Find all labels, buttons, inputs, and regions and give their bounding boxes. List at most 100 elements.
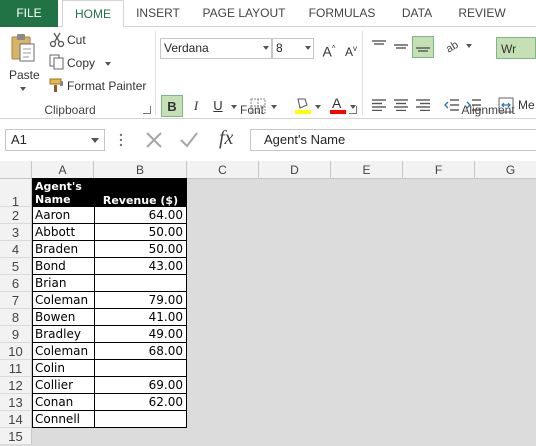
- tab-home[interactable]: HOME: [62, 0, 124, 28]
- column-header-e[interactable]: E: [331, 161, 403, 179]
- tab-data[interactable]: DATA: [392, 0, 442, 27]
- row-header[interactable]: 11: [0, 360, 32, 377]
- clipboard-dialog-launcher[interactable]: [143, 106, 151, 114]
- row-header[interactable]: 12: [0, 377, 32, 394]
- table-cell-name[interactable]: Brian: [32, 275, 95, 292]
- select-all-corner[interactable]: [0, 161, 32, 179]
- underline-button[interactable]: U: [207, 95, 229, 117]
- column-header-c[interactable]: C: [187, 161, 259, 179]
- table-cell-name[interactable]: Collier: [32, 377, 95, 394]
- table-cell-revenue[interactable]: 49.00: [94, 326, 187, 343]
- row-header[interactable]: 6: [0, 275, 32, 292]
- row-header[interactable]: 1: [0, 179, 32, 209]
- column-header-f[interactable]: F: [403, 161, 475, 179]
- tab-formulas[interactable]: FORMULAS: [302, 0, 382, 27]
- font-color-icon[interactable]: A: [329, 95, 347, 115]
- font-name-select[interactable]: Verdana: [160, 38, 272, 59]
- format-painter-icon[interactable]: [49, 77, 65, 93]
- enter-icon[interactable]: [179, 131, 199, 149]
- table-cell-revenue[interactable]: 50.00: [94, 241, 187, 258]
- table-cell-name[interactable]: Bowen: [32, 309, 95, 326]
- row-header[interactable]: 8: [0, 309, 32, 326]
- table-cell-name[interactable]: Coleman: [32, 343, 95, 360]
- column-header-a[interactable]: A: [32, 161, 94, 179]
- table-cell-name[interactable]: Coleman: [32, 292, 95, 309]
- decrease-font-size-button[interactable]: Av: [340, 38, 362, 60]
- table-cell-name[interactable]: Bradley: [32, 326, 95, 343]
- row-header[interactable]: 15: [0, 428, 32, 445]
- row-header[interactable]: 5: [0, 258, 32, 275]
- bottom-align-icon: [416, 47, 430, 52]
- name-box[interactable]: A1: [5, 129, 105, 151]
- table-cell-revenue[interactable]: 41.00: [94, 309, 187, 326]
- worksheet-grid[interactable]: A B C D E F G 1 2 3 4 5 6 7 8 9 10 11 12…: [0, 161, 536, 446]
- font-size-value: 8: [276, 41, 283, 55]
- row-header[interactable]: 9: [0, 326, 32, 343]
- row-header[interactable]: 2: [0, 207, 32, 224]
- table-cell-revenue[interactable]: 79.00: [94, 292, 187, 309]
- table-cell-revenue[interactable]: 69.00: [94, 377, 187, 394]
- tab-review[interactable]: REVIEW: [452, 0, 512, 27]
- table-cell-revenue[interactable]: [94, 411, 187, 428]
- fill-color-dropdown-arrow[interactable]: [315, 105, 321, 109]
- column-header-d[interactable]: D: [259, 161, 331, 179]
- table-cell-name[interactable]: Aaron: [32, 207, 95, 224]
- table-cell-name[interactable]: Colin: [32, 360, 95, 377]
- row-header[interactable]: 10: [0, 343, 32, 360]
- bold-button[interactable]: B: [161, 95, 183, 117]
- orientation-dropdown-arrow[interactable]: [466, 44, 472, 48]
- italic-button[interactable]: I: [185, 95, 207, 117]
- column-header-b[interactable]: B: [94, 161, 187, 179]
- table-cell-revenue[interactable]: [94, 360, 187, 377]
- fill-color-icon[interactable]: [294, 95, 312, 115]
- table-cell-revenue[interactable]: 43.00: [94, 258, 187, 275]
- cut-icon[interactable]: [49, 32, 65, 48]
- table-cell-revenue[interactable]: 64.00: [94, 207, 187, 224]
- row-header[interactable]: 14: [0, 411, 32, 428]
- format-painter-button[interactable]: Format Painter: [67, 79, 146, 93]
- paste-dropdown-arrow[interactable]: [20, 87, 26, 91]
- wrap-text-button[interactable]: Wr: [496, 37, 536, 59]
- row-header[interactable]: 13: [0, 394, 32, 411]
- merge-center-button[interactable]: Me: [518, 98, 535, 112]
- table-cell-name[interactable]: Bond: [32, 258, 95, 275]
- table-cell-revenue[interactable]: [94, 275, 187, 292]
- table-cell-name[interactable]: Conan: [32, 394, 95, 411]
- font-size-select[interactable]: 8: [272, 38, 314, 59]
- font-name-value: Verdana: [164, 41, 209, 55]
- row-header[interactable]: 4: [0, 241, 32, 258]
- font-dialog-launcher[interactable]: [349, 106, 357, 114]
- row-header[interactable]: 7: [0, 292, 32, 309]
- top-align-icon[interactable]: [371, 40, 387, 52]
- middle-align-icon[interactable]: [393, 40, 409, 52]
- table-header-revenue[interactable]: Revenue ($): [94, 178, 187, 207]
- align-right-icon[interactable]: [415, 99, 431, 111]
- table-cell-name[interactable]: Connell: [32, 411, 95, 428]
- table-cell-revenue[interactable]: 62.00: [94, 394, 187, 411]
- table-cell-revenue[interactable]: 50.00: [94, 224, 187, 241]
- copy-icon[interactable]: [49, 54, 65, 70]
- table-cell-name[interactable]: Abbott: [32, 224, 95, 241]
- tab-page-layout[interactable]: PAGE LAYOUT: [196, 0, 292, 27]
- table-header-agent-name[interactable]: Agent's Name: [32, 178, 95, 207]
- column-header-g[interactable]: G: [475, 161, 536, 179]
- orientation-icon[interactable]: ab: [444, 37, 462, 53]
- cut-button[interactable]: Cut: [67, 33, 86, 47]
- paste-icon[interactable]: [9, 33, 37, 63]
- paste-button[interactable]: Paste: [9, 68, 40, 82]
- copy-dropdown-arrow[interactable]: [105, 62, 111, 66]
- table-cell-name[interactable]: Braden: [32, 241, 95, 258]
- align-left-icon[interactable]: [371, 99, 387, 111]
- table-cell-revenue[interactable]: 68.00: [94, 343, 187, 360]
- formula-input[interactable]: Agent's Name: [250, 129, 536, 151]
- tab-insert[interactable]: INSERT: [128, 0, 188, 27]
- align-center-icon[interactable]: [393, 99, 409, 111]
- copy-button[interactable]: Copy: [67, 56, 95, 70]
- insert-function-button[interactable]: fx: [219, 127, 233, 150]
- cancel-icon[interactable]: [145, 131, 163, 149]
- increase-font-size-button[interactable]: A^: [318, 38, 340, 60]
- row-header[interactable]: 3: [0, 224, 32, 241]
- chevron-down-icon: [263, 46, 269, 50]
- more-options-icon[interactable]: [119, 132, 123, 148]
- tab-file[interactable]: FILE: [0, 0, 58, 27]
